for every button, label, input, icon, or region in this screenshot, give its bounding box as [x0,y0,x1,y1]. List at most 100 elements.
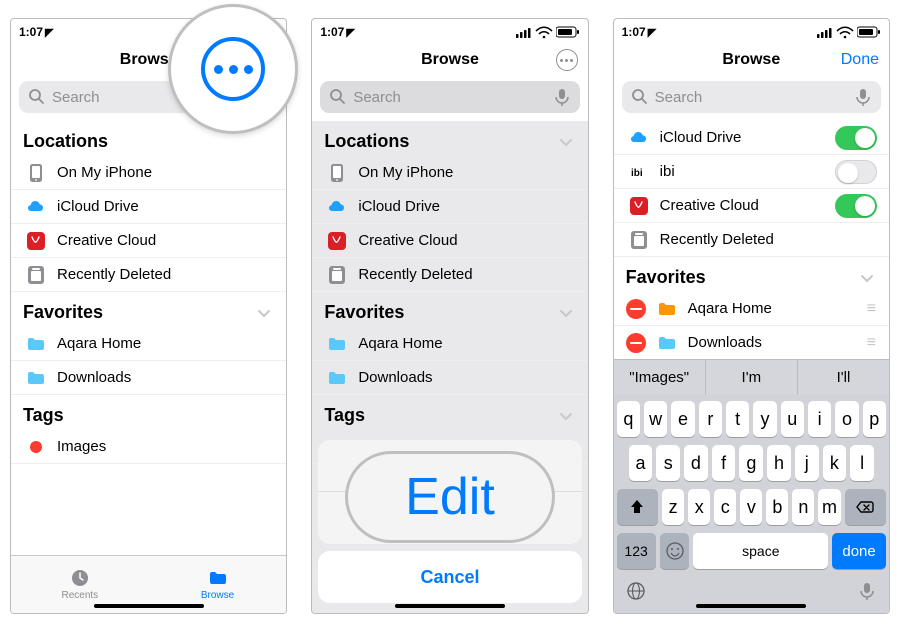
chevron-down-icon[interactable] [556,406,576,426]
key-b[interactable]: b [766,489,788,525]
key-h[interactable]: h [767,445,791,481]
more-button[interactable] [556,49,578,71]
location-arrow-icon: ◤ [648,27,656,39]
location-recently-deleted[interactable]: Recently Deleted [312,258,587,292]
folder-icon [327,334,347,354]
home-indicator[interactable] [696,604,806,608]
favorite-aqara-home[interactable]: Aqara Home [11,327,286,361]
location-icloud-drive[interactable]: iCloud Drive [312,190,587,224]
key-v[interactable]: v [740,489,762,525]
space-key[interactable]: space [693,533,828,569]
key-e[interactable]: e [671,401,694,437]
favorite-downloads[interactable]: Downloads≡ [614,326,889,360]
locations-header: Locations [324,131,409,152]
chevron-down-icon[interactable] [556,132,576,152]
location-on-my-iphone[interactable]: On My iPhone [11,156,286,190]
key-l[interactable]: l [850,445,874,481]
location-creative-cloud[interactable]: Creative Cloud [312,224,587,258]
key-m[interactable]: m [818,489,840,525]
globe-key[interactable] [621,579,651,603]
locations-header: Locations [23,131,108,152]
toggle-switch[interactable] [835,160,877,184]
location-creative-cloud[interactable]: Creative Cloud [11,224,286,258]
mic-icon [857,581,877,601]
favorite-downloads[interactable]: Downloads [312,361,587,395]
chevron-down-icon[interactable] [556,303,576,323]
key-o[interactable]: o [835,401,858,437]
key-n[interactable]: n [792,489,814,525]
ibi-icon [629,162,649,182]
phone-icon [26,163,46,183]
key-t[interactable]: t [726,401,749,437]
page-title: Browse [312,51,587,69]
location-icloud-drive[interactable]: iCloud Drive [11,190,286,224]
grip-icon[interactable]: ≡ [867,300,877,318]
location-on-my-iphone[interactable]: On My iPhone [312,156,587,190]
search-input[interactable]: Search [320,81,579,113]
emoji-key[interactable] [660,533,690,569]
favorite-aqara-home[interactable]: Aqara Home [312,327,587,361]
navbar: Browse [312,45,587,75]
delete-button[interactable] [626,333,646,353]
suggestion-0[interactable]: "Images" [614,360,706,395]
home-indicator[interactable] [395,604,505,608]
key-i[interactable]: i [808,401,831,437]
tag-images[interactable]: Images [11,430,286,464]
folder-icon [208,568,228,588]
chevron-down-icon[interactable] [254,303,274,323]
sheet-scan-documents[interactable]: Scan Documents [318,440,581,492]
signal-icon [817,26,833,38]
favorite-aqara-home[interactable]: Aqara Home≡ [614,292,889,326]
backspace-key[interactable] [845,489,886,525]
key-d[interactable]: d [684,445,708,481]
dictation-key[interactable] [852,579,882,603]
toggle-switch[interactable] [835,194,877,218]
key-c[interactable]: c [714,489,736,525]
navbar: Browse Done [614,45,889,75]
backspace-icon [855,497,875,517]
suggestion-2[interactable]: I'll [798,360,889,395]
home-indicator[interactable] [94,604,204,608]
wifi-icon [836,26,854,39]
battery-icon [556,25,580,39]
cc-icon [629,196,649,216]
key-k[interactable]: k [823,445,847,481]
delete-button[interactable] [626,299,646,319]
clock-icon [70,568,90,588]
number-key[interactable]: 123 [617,533,656,569]
grip-icon[interactable]: ≡ [867,334,877,352]
key-p[interactable]: p [863,401,886,437]
key-f[interactable]: f [712,445,736,481]
clock-text: 1:07 [622,25,646,39]
location-recently-deleted[interactable]: Recently Deleted [11,258,286,292]
search-placeholder: Search [655,89,853,106]
sheet-cancel[interactable]: Cancel [318,551,581,603]
done-key[interactable]: done [832,533,886,569]
toggle-creative-cloud: Creative Cloud [614,189,889,223]
key-u[interactable]: u [781,401,804,437]
search-input[interactable]: Search [622,81,881,113]
trash-icon [327,265,347,285]
key-z[interactable]: z [662,489,684,525]
toggle-switch[interactable] [835,126,877,150]
chevron-down-icon[interactable] [857,268,877,288]
key-w[interactable]: w [644,401,667,437]
key-y[interactable]: y [753,401,776,437]
folder-icon [26,334,46,354]
key-x[interactable]: x [688,489,710,525]
sheet-edit[interactable]: Edit [318,492,581,544]
location-arrow-icon: ◤ [45,27,53,39]
key-g[interactable]: g [739,445,763,481]
done-button[interactable]: Done [841,51,879,69]
key-j[interactable]: j [795,445,819,481]
folder-icon [26,368,46,388]
favorite-downloads[interactable]: Downloads [11,361,286,395]
key-r[interactable]: r [699,401,722,437]
shift-key[interactable] [617,489,658,525]
suggestion-1[interactable]: I'm [706,360,798,395]
key-a[interactable]: a [629,445,653,481]
key-q[interactable]: q [617,401,640,437]
mic-icon[interactable] [552,87,572,107]
key-s[interactable]: s [656,445,680,481]
mic-icon[interactable] [853,87,873,107]
